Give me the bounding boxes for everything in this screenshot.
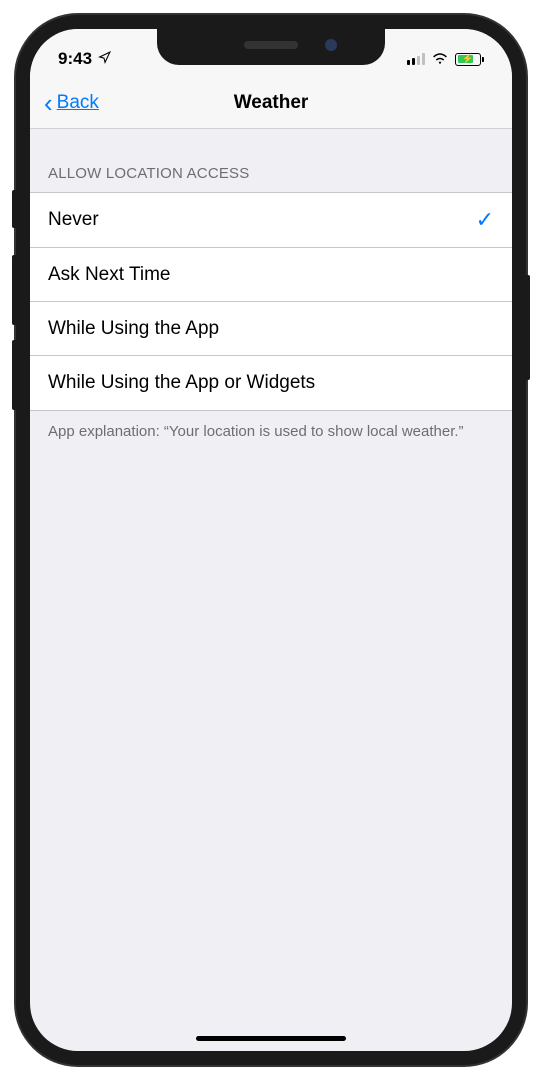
back-label: Back	[57, 92, 99, 114]
option-label: While Using the App or Widgets	[48, 372, 315, 394]
chevron-left-icon: ‹	[44, 90, 53, 116]
option-never[interactable]: Never ✓	[30, 193, 512, 248]
navigation-bar: ‹ Back Weather	[30, 77, 512, 129]
option-label: Never	[48, 209, 99, 231]
power-button	[526, 275, 530, 380]
volume-up-button	[12, 255, 16, 325]
content-area: ALLOW LOCATION ACCESS Never ✓ Ask Next T…	[30, 129, 512, 452]
section-footer: App explanation: “Your location is used …	[30, 411, 512, 452]
device-frame: 9:43	[16, 15, 526, 1065]
option-label: Ask Next Time	[48, 264, 170, 286]
battery-icon: ⚡	[455, 53, 484, 66]
back-button[interactable]: ‹ Back	[44, 90, 99, 116]
silent-switch	[12, 190, 16, 228]
location-services-icon	[98, 51, 111, 67]
status-time: 9:43	[58, 49, 92, 69]
home-indicator[interactable]	[196, 1036, 346, 1041]
volume-down-button	[12, 340, 16, 410]
section-header: ALLOW LOCATION ACCESS	[30, 129, 512, 192]
option-ask-next-time[interactable]: Ask Next Time	[30, 248, 512, 302]
page-title: Weather	[234, 92, 309, 114]
wifi-icon	[431, 50, 449, 69]
checkmark-icon: ✓	[476, 207, 494, 233]
notch	[157, 29, 385, 65]
cellular-signal-icon	[407, 53, 425, 65]
option-while-using-app[interactable]: While Using the App	[30, 302, 512, 356]
option-while-using-app-or-widgets[interactable]: While Using the App or Widgets	[30, 356, 512, 410]
location-access-list: Never ✓ Ask Next Time While Using the Ap…	[30, 192, 512, 411]
option-label: While Using the App	[48, 318, 219, 340]
screen: 9:43	[30, 29, 512, 1051]
